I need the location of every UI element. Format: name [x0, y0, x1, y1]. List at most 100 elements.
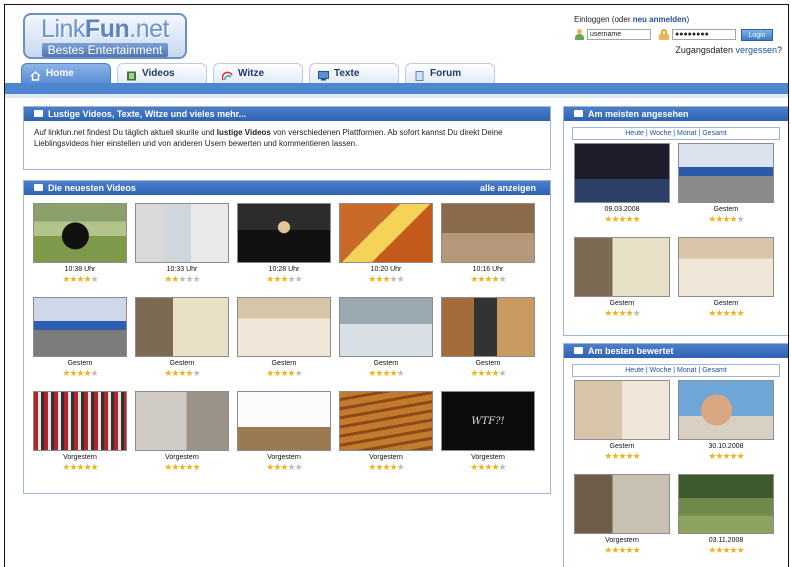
- video-thumbnail[interactable]: [33, 297, 127, 357]
- video-time: Gestern: [373, 360, 399, 367]
- video-item: 10:33 Uhr ★★★★★: [134, 203, 230, 293]
- video-thumbnail[interactable]: [339, 391, 433, 451]
- video-thumbnail[interactable]: [339, 297, 433, 357]
- video-thumbnail[interactable]: [339, 203, 433, 263]
- period-filter: Heute | Woche | Monat | Gesamt: [572, 364, 780, 377]
- video-item: Gestern ★★★★★: [676, 143, 776, 224]
- video-item: Vorgestern ★★★★★: [338, 391, 434, 481]
- filter-link-monat[interactable]: Monat: [677, 367, 696, 374]
- rating-stars: ★★★★★: [32, 369, 128, 378]
- login-button[interactable]: Login: [741, 29, 773, 41]
- window-icon: [34, 110, 43, 117]
- star-icon: ★: [389, 462, 398, 472]
- tab-witze[interactable]: Witze: [213, 63, 303, 83]
- video-item: 10:38 Uhr ★★★★★: [32, 203, 128, 293]
- star-icon: ★: [90, 368, 99, 378]
- filter-link-gesamt[interactable]: Gesamt: [702, 367, 727, 374]
- star-icon: ★: [618, 451, 626, 461]
- video-thumbnail[interactable]: [441, 203, 535, 263]
- video-thumbnail[interactable]: [678, 380, 774, 440]
- star-icon: ★: [178, 462, 186, 472]
- star-icon: ★: [396, 462, 405, 472]
- newest-videos-box: Die neuesten Videos alle anzeigen 10:38 U…: [23, 180, 551, 494]
- forgot-link[interactable]: vergessen: [735, 45, 777, 55]
- video-time: Vorgestern: [63, 454, 97, 461]
- filter-link-woche[interactable]: Woche: [650, 367, 672, 374]
- video-thumbnail[interactable]: [678, 474, 774, 534]
- star-icon: ★: [76, 274, 84, 284]
- tab-home[interactable]: Home: [21, 63, 111, 83]
- video-thumbnail[interactable]: [574, 143, 670, 203]
- video-item: Vorgestern ★★★★★: [32, 391, 128, 481]
- tab-texte[interactable]: Texte: [309, 63, 399, 83]
- star-icon: ★: [76, 462, 84, 472]
- video-thumbnail[interactable]: WTF?!: [441, 391, 535, 451]
- star-icon: ★: [178, 274, 186, 284]
- star-icon: ★: [287, 368, 296, 378]
- video-time: Vorgestern: [165, 454, 199, 461]
- video-time: Gestern: [609, 300, 635, 307]
- video-thumbnail[interactable]: [33, 203, 127, 263]
- username-input[interactable]: username: [587, 29, 651, 40]
- video-thumbnail[interactable]: [237, 203, 331, 263]
- video-item: Gestern ★★★★★: [572, 237, 672, 318]
- best-rated-grid: Gestern ★★★★★ 30.10.2008 ★★★★★ Vorgestern ★★★…: [564, 380, 788, 567]
- period-filter: Heute | Woche | Monat | Gesamt: [572, 127, 780, 140]
- star-icon: ★: [632, 451, 641, 461]
- video-item: Gestern ★★★★★: [236, 297, 332, 387]
- video-thumbnail[interactable]: [237, 391, 331, 451]
- video-item: Gestern ★★★★★: [572, 380, 672, 461]
- video-thumbnail[interactable]: [237, 297, 331, 357]
- filter-link-gesamt[interactable]: Gesamt: [702, 130, 727, 137]
- video-item: Vorgestern ★★★★★: [236, 391, 332, 481]
- star-icon: ★: [722, 308, 730, 318]
- tab-forum[interactable]: Forum: [405, 63, 495, 83]
- video-thumbnail[interactable]: [441, 297, 535, 357]
- register-link[interactable]: neu anmelden: [633, 15, 687, 24]
- film-icon: [126, 69, 137, 81]
- filter-link-woche[interactable]: Woche: [650, 130, 672, 137]
- star-icon: ★: [76, 368, 84, 378]
- video-thumbnail[interactable]: [33, 391, 127, 451]
- filter-link-heute[interactable]: Heute: [625, 367, 644, 374]
- video-thumbnail[interactable]: [574, 237, 670, 297]
- star-icon: ★: [491, 462, 500, 472]
- star-icon: ★: [498, 462, 507, 472]
- star-icon: ★: [280, 274, 288, 284]
- star-icon: ★: [618, 308, 626, 318]
- rainbow-icon: [221, 69, 233, 81]
- most-viewed-heading: Am meisten angesehen: [564, 107, 788, 121]
- rating-stars: ★★★★★: [440, 275, 536, 284]
- rating-stars: ★★★★★: [338, 463, 434, 472]
- video-time: Vorgestern: [267, 454, 301, 461]
- rating-stars: ★★★★★: [134, 275, 230, 284]
- star-icon: ★: [382, 462, 390, 472]
- video-thumbnail[interactable]: [574, 380, 670, 440]
- site-logo[interactable]: LinkFun.net Bestes Entertainment: [23, 13, 187, 59]
- video-thumbnail[interactable]: [135, 391, 229, 451]
- lock-icon: [659, 29, 669, 40]
- star-icon: ★: [618, 214, 626, 224]
- tab-videos[interactable]: Videos: [117, 63, 207, 83]
- star-icon: ★: [396, 368, 405, 378]
- star-icon: ★: [729, 214, 738, 224]
- show-all-link[interactable]: alle anzeigen: [480, 181, 536, 195]
- video-thumbnail[interactable]: [678, 143, 774, 203]
- video-thumbnail[interactable]: [135, 297, 229, 357]
- video-thumbnail[interactable]: [574, 474, 670, 534]
- video-time: 09.03.2008: [604, 206, 640, 213]
- star-icon: ★: [484, 462, 492, 472]
- video-thumbnail[interactable]: [135, 203, 229, 263]
- newest-videos-heading: Die neuesten Videos alle anzeigen: [24, 181, 550, 195]
- filter-link-heute[interactable]: Heute: [625, 130, 644, 137]
- video-thumbnail[interactable]: [678, 237, 774, 297]
- video-item: 30.10.2008 ★★★★★: [676, 380, 776, 461]
- rating-stars: ★★★★★: [440, 463, 536, 472]
- rating-stars: ★★★★★: [676, 309, 776, 318]
- rating-stars: ★★★★★: [338, 275, 434, 284]
- star-icon: ★: [90, 274, 99, 284]
- password-input[interactable]: ●●●●●●●●: [672, 29, 736, 40]
- video-item: 10:20 Uhr ★★★★★: [338, 203, 434, 293]
- filter-link-monat[interactable]: Monat: [677, 130, 696, 137]
- rating-stars: ★★★★★: [676, 452, 776, 461]
